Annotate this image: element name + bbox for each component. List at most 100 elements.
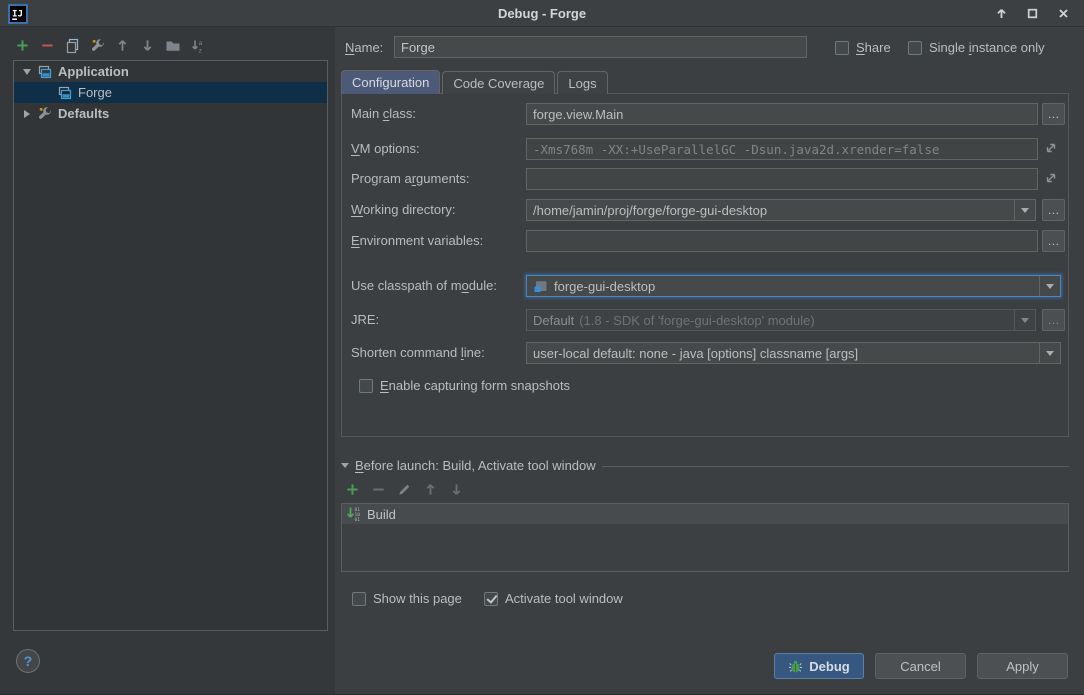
task-item-build[interactable]: 011001 Build bbox=[342, 504, 1068, 524]
edit-defaults-icon[interactable] bbox=[89, 37, 106, 54]
before-launch-task-list: 011001 Build bbox=[341, 503, 1069, 572]
share-option[interactable]: Share bbox=[835, 40, 891, 55]
environment-variables-field[interactable] bbox=[526, 230, 1038, 252]
vm-options-value: -Xms768m -XX:+UseParallelGC -Dsun.java2d… bbox=[533, 142, 939, 157]
classpath-module-label: Use classpath of module: bbox=[351, 275, 497, 297]
single-instance-option[interactable]: Single instance only bbox=[908, 40, 1045, 55]
create-folder-icon[interactable] bbox=[164, 37, 181, 54]
program-arguments-label: Program arguments: bbox=[351, 168, 470, 190]
shade-window-button[interactable] bbox=[990, 3, 1012, 25]
add-configuration-icon[interactable] bbox=[14, 37, 31, 54]
program-arguments-field[interactable] bbox=[526, 168, 1038, 190]
chevron-expanded-icon[interactable] bbox=[341, 463, 349, 468]
activate-tool-window-checkbox[interactable] bbox=[484, 592, 498, 606]
application-icon bbox=[57, 85, 73, 101]
classpath-module-value: forge-gui-desktop bbox=[554, 279, 655, 294]
build-icon: 011001 bbox=[346, 506, 362, 522]
share-label: Share bbox=[856, 40, 891, 55]
working-directory-combo[interactable]: /home/jamin/proj/forge/forge-gui-desktop bbox=[526, 199, 1036, 221]
expand-editor-icon[interactable] bbox=[1043, 170, 1061, 188]
environment-variables-label: Environment variables: bbox=[351, 230, 483, 252]
separator-line bbox=[602, 466, 1069, 467]
chevron-down-icon[interactable] bbox=[1014, 200, 1035, 220]
single-instance-checkbox[interactable] bbox=[908, 41, 922, 55]
activate-tool-window-option[interactable]: Activate tool window bbox=[484, 591, 623, 606]
classpath-module-combo[interactable]: forge-gui-desktop bbox=[526, 275, 1061, 297]
before-launch-title: Before launch: Build, Activate tool wind… bbox=[355, 458, 596, 473]
enable-snapshots-checkbox[interactable] bbox=[359, 379, 373, 393]
close-window-button[interactable] bbox=[1052, 3, 1074, 25]
tab-logs[interactable]: Logs bbox=[557, 71, 607, 94]
name-label: Name: bbox=[345, 40, 383, 55]
defaults-wrench-icon bbox=[37, 106, 53, 122]
tree-item-label: Application bbox=[58, 64, 129, 79]
jre-label: JRE: bbox=[351, 309, 379, 331]
remove-task-icon[interactable] bbox=[370, 481, 387, 498]
copy-configuration-icon[interactable] bbox=[64, 37, 81, 54]
expand-editor-icon[interactable] bbox=[1043, 140, 1061, 158]
main-class-browse-button[interactable] bbox=[1042, 103, 1065, 125]
shorten-command-line-combo[interactable]: user-local default: none - java [options… bbox=[526, 342, 1061, 364]
add-task-icon[interactable] bbox=[344, 481, 361, 498]
enable-snapshots-option[interactable]: Enable capturing form snapshots bbox=[359, 378, 570, 393]
sort-alphabetically-icon[interactable]: az bbox=[189, 37, 206, 54]
move-task-down-icon[interactable] bbox=[448, 481, 465, 498]
jre-value: Default bbox=[533, 313, 574, 328]
tree-item-label: Defaults bbox=[58, 106, 109, 121]
show-this-page-label: Show this page bbox=[373, 591, 462, 606]
intellij-logo-icon: IJ bbox=[8, 4, 28, 24]
share-checkbox[interactable] bbox=[835, 41, 849, 55]
remove-configuration-icon[interactable] bbox=[39, 37, 56, 54]
settings-tabs: Configuration Code Coverage Logs bbox=[341, 70, 610, 94]
tree-item-forge[interactable]: Forge bbox=[14, 82, 327, 103]
help-question-icon: ? bbox=[24, 653, 33, 669]
jre-hint: (1.8 - SDK of 'forge-gui-desktop' module… bbox=[579, 313, 814, 328]
move-task-up-icon[interactable] bbox=[422, 481, 439, 498]
before-launch-header[interactable]: Before launch: Build, Activate tool wind… bbox=[341, 458, 1069, 473]
module-icon bbox=[533, 278, 549, 294]
main-class-label: Main class: bbox=[351, 103, 416, 125]
tab-configuration[interactable]: Configuration bbox=[341, 70, 440, 94]
chevron-down-icon[interactable] bbox=[1039, 276, 1060, 296]
tab-label: Logs bbox=[568, 76, 596, 91]
move-down-icon[interactable] bbox=[139, 37, 156, 54]
tree-toolbar: az bbox=[14, 37, 206, 54]
tree-item-label: Forge bbox=[78, 85, 112, 100]
activate-tool-window-label: Activate tool window bbox=[505, 591, 623, 606]
move-up-icon[interactable] bbox=[114, 37, 131, 54]
enable-snapshots-label: Enable capturing form snapshots bbox=[380, 378, 570, 393]
name-input[interactable] bbox=[394, 36, 807, 58]
cancel-button[interactable]: Cancel bbox=[875, 653, 966, 679]
edit-task-icon[interactable] bbox=[396, 481, 413, 498]
before-launch-toolbar bbox=[344, 481, 465, 498]
chevron-down-icon[interactable] bbox=[1039, 343, 1060, 363]
jre-combo[interactable]: Default (1.8 - SDK of 'forge-gui-desktop… bbox=[526, 309, 1036, 331]
apply-button-label: Apply bbox=[1006, 659, 1039, 674]
tree-item-application-group[interactable]: Application bbox=[14, 61, 327, 82]
svg-text:IJ: IJ bbox=[12, 9, 23, 19]
vm-options-label: VM options: bbox=[351, 138, 420, 160]
debug-button[interactable]: Debug bbox=[774, 653, 864, 679]
environment-variables-browse-button[interactable] bbox=[1042, 230, 1065, 252]
jre-browse-button[interactable] bbox=[1042, 309, 1065, 331]
working-directory-browse-button[interactable] bbox=[1042, 199, 1065, 221]
tab-code-coverage[interactable]: Code Coverage bbox=[442, 71, 555, 94]
help-button[interactable]: ? bbox=[16, 649, 40, 673]
shorten-command-line-label: Shorten command line: bbox=[351, 342, 485, 364]
show-this-page-option[interactable]: Show this page bbox=[352, 591, 462, 606]
chevron-collapsed-icon[interactable] bbox=[22, 110, 32, 118]
maximize-window-button[interactable] bbox=[1021, 3, 1043, 25]
tab-label: Configuration bbox=[352, 75, 429, 90]
debug-configuration-dialog: IJ Debug - Forge bbox=[0, 0, 1084, 695]
debug-button-label: Debug bbox=[809, 659, 849, 674]
task-label: Build bbox=[367, 507, 396, 522]
show-this-page-checkbox[interactable] bbox=[352, 592, 366, 606]
chevron-expanded-icon[interactable] bbox=[22, 69, 32, 75]
chevron-down-icon[interactable] bbox=[1014, 310, 1035, 330]
svg-text:01: 01 bbox=[355, 517, 361, 522]
tree-item-defaults-group[interactable]: Defaults bbox=[14, 103, 327, 124]
main-class-field[interactable]: forge.view.Main bbox=[526, 103, 1038, 125]
vm-options-field[interactable]: -Xms768m -XX:+UseParallelGC -Dsun.java2d… bbox=[526, 138, 1038, 160]
apply-button[interactable]: Apply bbox=[977, 653, 1068, 679]
shorten-command-line-value: user-local default: none - java [options… bbox=[533, 346, 858, 361]
